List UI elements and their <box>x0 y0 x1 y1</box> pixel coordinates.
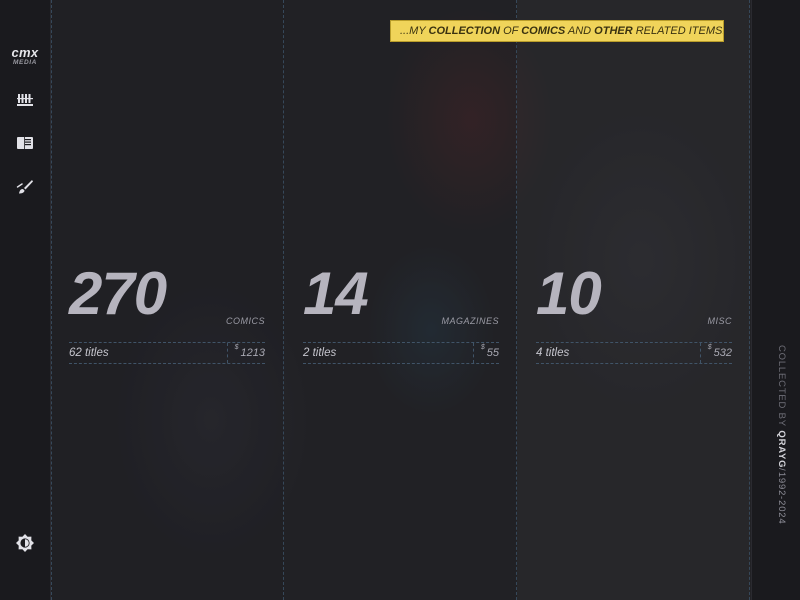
stat-titles: 2 titles <box>303 347 337 359</box>
collection-overview: ...MY COLLECTION OF COMICS AND OTHER REL… <box>51 0 751 600</box>
stat-amount: 55 <box>486 347 499 359</box>
brightness-icon <box>16 534 34 552</box>
right-sidebar: COLLECTED BY QRAYG/1992-2024 <box>751 0 800 600</box>
year-end: 2024 <box>776 500 787 525</box>
nav-reader-button[interactable] <box>13 131 37 155</box>
brand-sub: MEDIA <box>13 59 37 66</box>
collection-credit: COLLECTED BY QRAYG/1992-2024 <box>776 345 787 524</box>
currency-symbol: $ <box>480 344 485 351</box>
shelves-icon <box>17 94 33 106</box>
year-start: 1992 <box>776 471 787 497</box>
stat-magazines[interactable]: 14 MAGAZINES 2 titles $55 <box>303 258 499 368</box>
stat-value: $532 <box>699 343 732 363</box>
stat-count: 10 <box>536 260 602 327</box>
stat-amount: 1213 <box>240 347 265 359</box>
stat-meta-row: 62 titles $1213 <box>69 342 265 364</box>
tagline-text: RELATED ITEMS! <box>632 25 724 37</box>
stat-titles: 62 titles <box>69 347 109 359</box>
brand-logo[interactable]: cmx MEDIA <box>0 46 50 67</box>
tagline-emphasis: OTHER <box>594 25 633 37</box>
app-window: cmx MEDIA ...MY COLLECTION OF COMICS AND… <box>0 0 800 600</box>
left-sidebar: cmx MEDIA <box>0 0 51 600</box>
stat-kind-label: MAGAZINES <box>441 316 499 326</box>
currency-symbol: $ <box>707 344 712 351</box>
theme-toggle-button[interactable] <box>13 531 37 555</box>
tagline-text: OF <box>500 25 522 37</box>
stat-comics[interactable]: 270 COMICS 62 titles $1213 <box>69 258 265 368</box>
nav-sketches-button[interactable] <box>13 175 37 199</box>
currency-symbol: $ <box>234 344 239 351</box>
stat-meta-row: 4 titles $532 <box>536 342 732 364</box>
stat-meta-row: 2 titles $55 <box>303 342 499 364</box>
collector-name[interactable]: QRAYG <box>776 430 787 468</box>
tagline-text: ...MY <box>400 25 429 37</box>
nav-collection-button[interactable] <box>13 88 37 112</box>
tagline-text: AND <box>565 25 595 37</box>
stat-count: 14 <box>303 260 369 327</box>
stat-value: $1213 <box>226 343 265 363</box>
brush-icon <box>16 180 33 194</box>
book-icon <box>17 137 33 149</box>
stat-misc[interactable]: 10 MISC 4 titles $532 <box>536 258 732 368</box>
stat-kind-label: MISC <box>707 316 732 326</box>
stat-kind-label: COMICS <box>226 316 265 326</box>
brand-name: cmx <box>11 45 39 60</box>
credit-label: COLLECTED BY <box>776 345 787 427</box>
stat-count: 270 <box>69 260 167 327</box>
tagline-emphasis: COMICS <box>521 25 566 37</box>
stat-value: $55 <box>472 343 499 363</box>
stat-amount: 532 <box>713 347 732 359</box>
stat-titles: 4 titles <box>536 347 570 359</box>
tagline-banner: ...MY COLLECTION OF COMICS AND OTHER REL… <box>390 20 724 42</box>
tagline-emphasis: COLLECTION <box>428 25 501 37</box>
